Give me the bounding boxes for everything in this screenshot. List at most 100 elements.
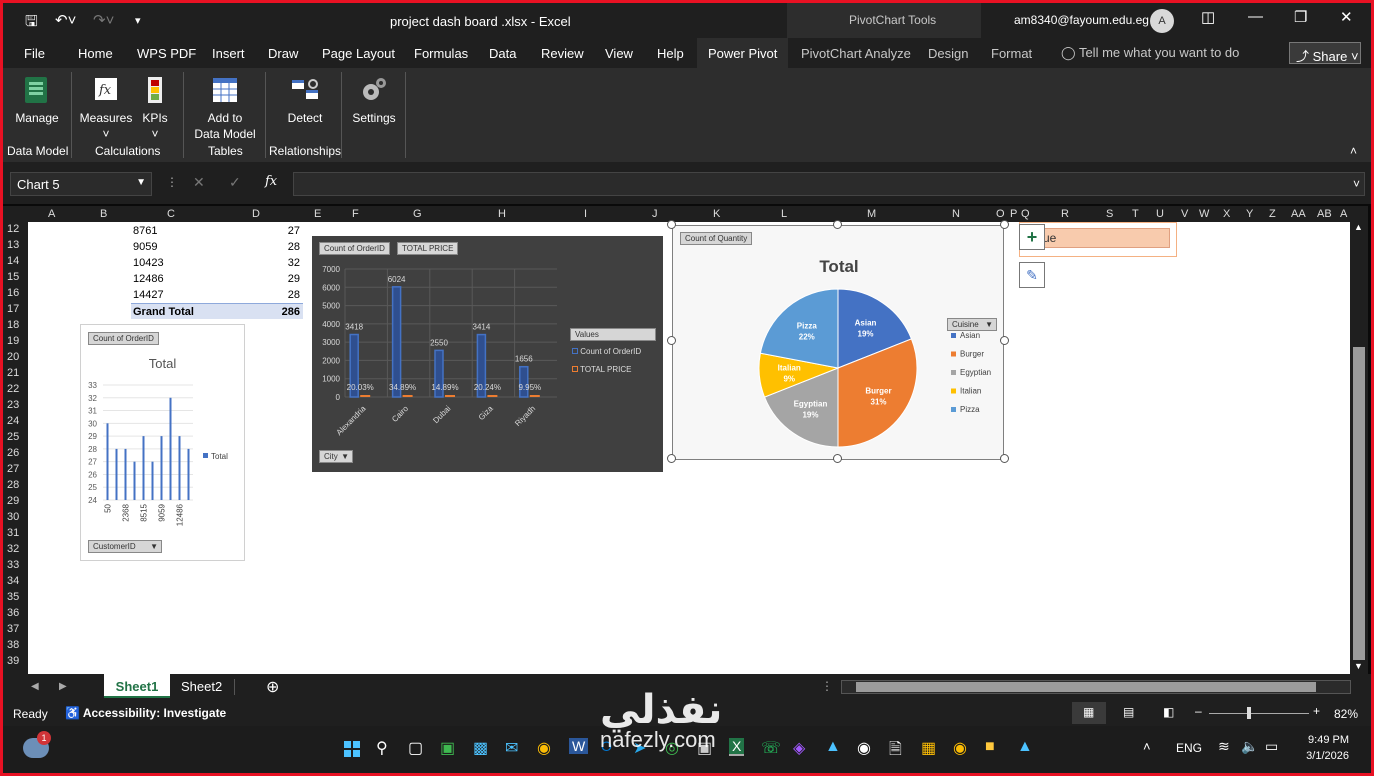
column-header[interactable]: K — [713, 208, 720, 220]
column-header[interactable]: Z — [1269, 208, 1276, 220]
column-header[interactable]: H — [498, 208, 506, 220]
volume-icon[interactable]: 🔈 — [1241, 738, 1258, 755]
column-header[interactable]: F — [352, 208, 359, 220]
column-header[interactable]: O — [996, 208, 1005, 220]
tab-formulas[interactable]: Formulas — [414, 46, 468, 61]
column-header[interactable]: V — [1181, 208, 1188, 220]
resize-handle[interactable] — [667, 220, 676, 229]
column-header[interactable]: N — [952, 208, 960, 220]
widgets-icon[interactable]: ▣ — [440, 738, 455, 758]
folder-icon[interactable]: ■ — [985, 738, 995, 756]
expand-formula-icon[interactable]: ˅ — [1353, 177, 1360, 191]
row-header[interactable]: 31 — [7, 527, 19, 543]
row-header[interactable]: 20 — [7, 351, 19, 367]
redo-icon[interactable]: ↷˅ — [93, 11, 114, 29]
table-cell-id[interactable]: 8761 — [133, 223, 157, 239]
column-header[interactable]: Q — [1021, 208, 1030, 220]
row-header[interactable]: 38 — [7, 639, 19, 655]
row-header[interactable]: 16 — [7, 287, 19, 303]
column-header[interactable]: S — [1106, 208, 1113, 220]
row-header[interactable]: 15 — [7, 271, 19, 287]
column-header[interactable]: B — [100, 208, 107, 220]
add-to-data-model-button[interactable]: Add to Data Model — [191, 74, 259, 142]
photos-icon[interactable]: ▲ — [1017, 738, 1033, 756]
resize-handle[interactable] — [1000, 336, 1009, 345]
column-header[interactable]: D — [252, 208, 260, 220]
insert-function-icon[interactable]: fx — [265, 174, 277, 189]
row-header[interactable]: 34 — [7, 575, 19, 591]
column-header[interactable]: R — [1061, 208, 1069, 220]
tab-view[interactable]: View — [605, 46, 633, 61]
table-cell-count[interactable]: 28 — [258, 287, 300, 303]
row-header[interactable]: 25 — [7, 431, 19, 447]
resize-handle[interactable] — [667, 454, 676, 463]
chrome-icon[interactable]: ◉ — [537, 738, 551, 758]
scroll-thumb[interactable] — [1353, 347, 1365, 660]
grand-total-row[interactable]: Grand Total 286 — [131, 303, 303, 319]
column-header[interactable]: A — [48, 208, 55, 220]
table-cell-id[interactable]: 10423 — [133, 255, 164, 271]
customize-qat-icon[interactable]: ▾ — [135, 14, 141, 27]
tab-design[interactable]: Design — [928, 46, 968, 61]
chart-style-field[interactable]: ue — [1038, 228, 1170, 248]
chart-elements-plus-icon[interactable]: + — [1019, 224, 1045, 250]
tab-insert[interactable]: Insert — [212, 46, 245, 61]
column-header[interactable]: X — [1223, 208, 1230, 220]
maximize-icon[interactable]: ❐ — [1294, 8, 1307, 26]
row-header[interactable]: 35 — [7, 591, 19, 607]
mail-icon[interactable]: ✉ — [505, 738, 518, 758]
name-box[interactable]: Chart 5 ▼ — [10, 172, 152, 196]
app-icon[interactable]: ◉ — [857, 738, 871, 758]
row-header[interactable]: 19 — [7, 335, 19, 351]
resize-handle[interactable] — [667, 336, 676, 345]
row-header[interactable]: 21 — [7, 367, 19, 383]
clock[interactable]: 9:49 PM 3/1/2026 — [1303, 732, 1349, 764]
field-button-customerid[interactable]: CustomerID ▼ — [88, 540, 162, 553]
zoom-slider-thumb[interactable] — [1247, 707, 1251, 719]
column-header[interactable]: Y — [1246, 208, 1253, 220]
row-header[interactable]: 23 — [7, 399, 19, 415]
tab-format[interactable]: Format — [991, 46, 1032, 61]
row-header[interactable]: 28 — [7, 479, 19, 495]
minimize-icon[interactable]: — — [1248, 8, 1263, 25]
start-icon[interactable] — [344, 741, 360, 757]
table-cell-count[interactable]: 27 — [258, 223, 300, 239]
table-cell-count[interactable]: 28 — [258, 239, 300, 255]
column-header[interactable]: AA — [1291, 208, 1306, 220]
tab-pivotchart-analyze[interactable]: PivotChart Analyze — [801, 46, 911, 61]
table-cell-count[interactable]: 29 — [258, 271, 300, 287]
cancel-icon[interactable]: ✕ — [193, 174, 205, 191]
row-header[interactable]: 13 — [7, 239, 19, 255]
table-cell-id[interactable]: 14427 — [133, 287, 164, 303]
tab-review[interactable]: Review — [541, 46, 584, 61]
sheet-tab-sheet1[interactable]: Sheet1 — [104, 674, 170, 698]
undo-icon[interactable]: ↶˅ — [55, 11, 76, 29]
worksheet-grid[interactable]: 8761 27 9059 28 10423 32 12486 29 14427 28 Grand … — [28, 220, 1350, 674]
customer-orders-chart[interactable]: Count of OrderID Total 24 25 26 27 28 29 30 31 3… — [80, 324, 245, 561]
avatar[interactable]: A — [1150, 9, 1174, 33]
measures-button[interactable]: fx Measures ˅ — [79, 74, 133, 142]
tab-wps-pdf[interactable]: WPS PDF — [137, 46, 196, 61]
app-icon[interactable]: ▲ — [825, 738, 841, 756]
chevron-up-icon[interactable]: ˄ — [1143, 739, 1151, 754]
tell-me-search[interactable]: ◯ Tell me what you want to do — [1061, 45, 1239, 61]
word-icon[interactable]: W — [569, 738, 589, 754]
chrome-icon[interactable]: ◉ — [953, 738, 967, 758]
tab-help[interactable]: Help — [657, 46, 684, 61]
horizontal-scrollbar[interactable] — [841, 680, 1351, 694]
row-header[interactable]: 26 — [7, 447, 19, 463]
tab-home[interactable]: Home — [78, 46, 113, 61]
wifi-icon[interactable]: ≋ — [1218, 738, 1230, 755]
scroll-down-icon[interactable]: ▼ — [1354, 661, 1363, 671]
tab-page-layout[interactable]: Page Layout — [322, 46, 395, 61]
resize-handle[interactable] — [1000, 220, 1009, 229]
detect-button[interactable]: Detect — [283, 74, 327, 126]
column-header[interactable]: C — [167, 208, 175, 220]
app-icon[interactable]: ▩ — [473, 738, 488, 758]
column-header[interactable]: W — [1199, 208, 1209, 220]
more-options-icon[interactable]: ⋮ — [821, 679, 833, 693]
cuisine-pie-chart[interactable]: Count of Quantity Total Asian 19% Burger 31… — [672, 225, 1004, 460]
tab-data[interactable]: Data — [489, 46, 516, 61]
field-button-city[interactable]: City ▼ — [319, 450, 353, 463]
zoom-level[interactable]: 82% — [1334, 707, 1358, 721]
